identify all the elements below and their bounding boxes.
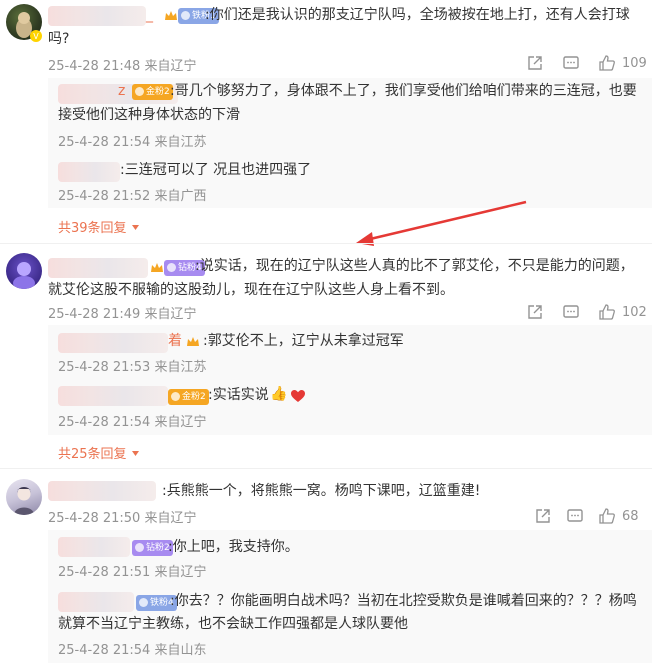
- reply-text-line2: 接受他们这种身体状态的下滑: [58, 107, 240, 123]
- reply-username-blurred[interactable]: [58, 386, 168, 406]
- fan-badge: 钻粉2: [132, 540, 173, 556]
- username-tail[interactable]: _: [146, 4, 153, 26]
- reply-meta: 25-4-28 21:54 来自江苏: [58, 135, 207, 150]
- comment-text-line1: :说实话，现在的辽宁队这些人真的比不了郭艾伦，不只是能力的问题，: [195, 258, 634, 274]
- comment-meta: 25-4-28 21:49 来自辽宁: [48, 307, 197, 322]
- reply-username-blurred[interactable]: [58, 162, 120, 182]
- reply-meta: 25-4-28 21:52 来自广西: [58, 189, 207, 204]
- like-icon[interactable]: [598, 507, 616, 525]
- like-icon[interactable]: [598, 54, 616, 72]
- fan-badge: 金粉2: [168, 389, 209, 405]
- like-count: 68: [622, 508, 639, 524]
- divider: [0, 468, 652, 469]
- verified-badge-icon: V: [30, 30, 42, 42]
- crown-icon: [165, 11, 177, 20]
- comment-actions: 109: [526, 54, 647, 72]
- more-replies-link[interactable]: 共39条回复: [58, 217, 140, 236]
- reply-text-line1: :郭艾伦不上，辽宁从未拿过冠军: [203, 333, 404, 349]
- avatar-image: [13, 262, 35, 289]
- reply-text-line1: :实话实说: [208, 387, 269, 403]
- divider: [0, 243, 652, 244]
- heart-emoji: [291, 390, 305, 402]
- comment-text-line1: :兵熊熊一个，将熊熊一窝。杨鸣下课吧，辽篮重建!: [162, 483, 481, 499]
- comment-actions: 68: [534, 507, 639, 525]
- more-replies-label: 共25条回复: [58, 447, 127, 462]
- comment-actions: 102: [526, 303, 647, 321]
- caret-down-icon: [131, 225, 139, 230]
- username-blurred[interactable]: [48, 6, 146, 26]
- avatar-image: [14, 487, 34, 515]
- reply-meta: 25-4-28 21:51 来自辽宁: [58, 565, 207, 580]
- comment-text-line2: 吗?: [48, 31, 70, 47]
- avatar[interactable]: [6, 479, 42, 515]
- reply-text-line2: 就算不当辽宁主教练，也不会缺工作四强都是人球队要他: [58, 616, 408, 632]
- comment-meta: 25-4-28 21:48 来自辽宁: [48, 59, 197, 74]
- reply-meta: 25-4-28 21:53 来自江苏: [58, 360, 207, 375]
- crown-icon: [151, 263, 163, 272]
- thumbs-up-emoji: 👍: [270, 386, 288, 402]
- caret-down-icon: [131, 451, 139, 456]
- more-replies-link[interactable]: 共25条回复: [58, 443, 140, 462]
- reply-username-tail[interactable]: 着: [168, 330, 182, 352]
- like-count: 102: [622, 304, 647, 320]
- reply-text-line1: :三连冠可以了 况且也进四强了: [120, 162, 312, 178]
- reply-username-tail[interactable]: z: [118, 80, 125, 102]
- like-icon[interactable]: [598, 303, 616, 321]
- reply-text-line1: :你去？？你能画明白战术吗？当初在北控受欺负是谁喊着回来的？？？杨鸣: [170, 593, 637, 609]
- avatar[interactable]: [6, 253, 42, 289]
- comment-icon[interactable]: [562, 303, 580, 321]
- username-blurred[interactable]: [48, 481, 156, 501]
- like-count: 109: [622, 55, 647, 71]
- reply-meta: 25-4-28 21:54 来自山东: [58, 643, 207, 658]
- reply-username-blurred[interactable]: [58, 592, 134, 612]
- share-icon[interactable]: [534, 507, 552, 525]
- reply-text-line1: :你上吧，我支持你。: [168, 539, 299, 555]
- share-icon[interactable]: [526, 303, 544, 321]
- svg-text:V: V: [33, 32, 39, 41]
- reply-username-blurred[interactable]: [58, 333, 168, 353]
- comment-text-line1: :你们还是我认识的那支辽宁队吗，全场被按在地上打，还有人会打球: [205, 7, 630, 23]
- username-blurred[interactable]: [48, 258, 148, 278]
- crown-icon: [187, 337, 199, 346]
- comment-icon[interactable]: [562, 54, 580, 72]
- comment-meta: 25-4-28 21:50 来自辽宁: [48, 511, 197, 526]
- red-arrow-annotation: [356, 200, 527, 246]
- comment-icon[interactable]: [566, 507, 584, 525]
- reply-text-line1: :哥几个够努力了，身体跟不上了，我们享受他们给咱们带来的三连冠，也要: [170, 83, 637, 99]
- share-icon[interactable]: [526, 54, 544, 72]
- reply-username-blurred[interactable]: [58, 537, 130, 557]
- comment-text-line2: 就艾伦这股不服输的这股劲儿，现在在辽宁队这些人身上看不到。: [48, 282, 454, 298]
- reply-meta: 25-4-28 21:54 来自辽宁: [58, 415, 207, 430]
- more-replies-label: 共39条回复: [58, 221, 127, 236]
- fan-badge: 金粉2: [132, 84, 173, 100]
